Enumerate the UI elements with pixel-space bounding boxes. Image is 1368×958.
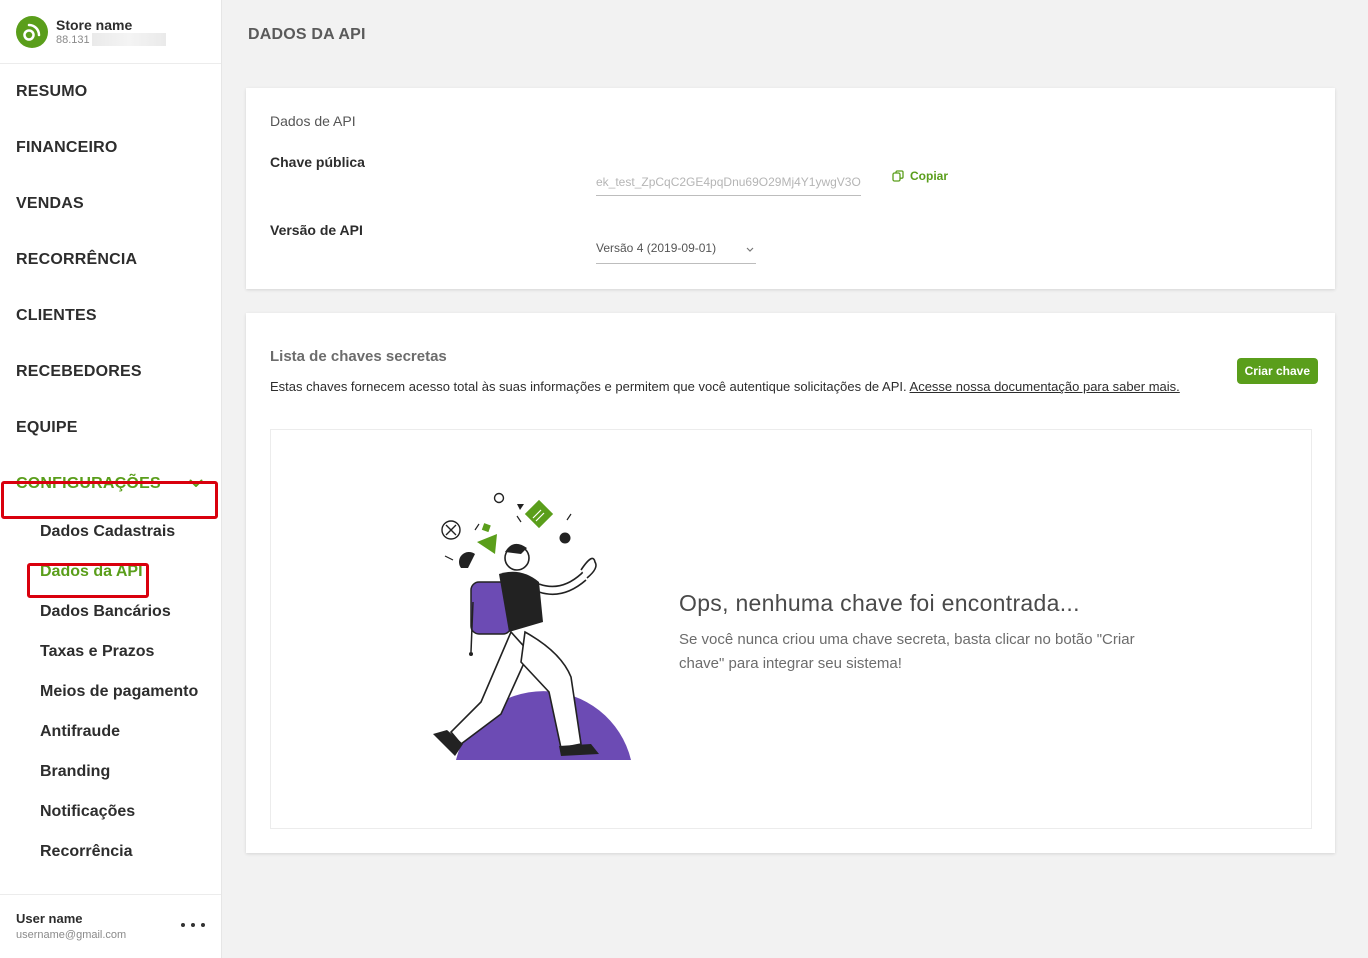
nav-item-recebedores[interactable]: RECEBEDORES bbox=[0, 344, 221, 400]
documentation-link[interactable]: Acesse nossa documentação para saber mai… bbox=[910, 379, 1180, 394]
public-key-label: Chave pública bbox=[270, 154, 365, 170]
sidebar: Store name 88.131 RESUMO FINANCEIRO VEND… bbox=[0, 0, 222, 958]
api-version-value: Versão 4 (2019-09-01) bbox=[596, 240, 717, 255]
sub-item-notificacoes[interactable]: Notificações bbox=[0, 792, 221, 832]
user-email: username@gmail.com bbox=[16, 929, 127, 941]
sub-item-meios-de-pagamento[interactable]: Meios de pagamento bbox=[0, 672, 221, 712]
chevron-down-icon bbox=[189, 475, 203, 493]
sub-item-dados-da-api[interactable]: Dados da API bbox=[0, 552, 221, 592]
nav-item-equipe[interactable]: EQUIPE bbox=[0, 400, 221, 456]
public-key-field[interactable] bbox=[596, 164, 861, 196]
user-name: User name bbox=[16, 911, 83, 926]
user-footer: User name username@gmail.com bbox=[0, 894, 221, 958]
main-content: DADOS DA API Dados de API Chave pública … bbox=[222, 0, 1368, 958]
copy-button-label: Copiar bbox=[910, 169, 949, 183]
secret-keys-card: Lista de chaves secretas Estas chaves fo… bbox=[246, 313, 1335, 853]
store-logo-icon bbox=[16, 15, 48, 48]
nav-item-recorrencia[interactable]: RECORRÊNCIA bbox=[0, 232, 221, 288]
empty-state: Ops, nenhuma chave foi encontrada... Se … bbox=[270, 429, 1312, 829]
secret-keys-description-text: Estas chaves fornecem acesso total às su… bbox=[270, 379, 907, 394]
sub-item-branding[interactable]: Branding bbox=[0, 752, 221, 792]
settings-submenu: Dados Cadastrais Dados da API Dados Banc… bbox=[0, 512, 221, 872]
sub-item-taxas-e-prazos[interactable]: Taxas e Prazos bbox=[0, 632, 221, 672]
nav-item-resumo[interactable]: RESUMO bbox=[0, 64, 221, 120]
nav-item-vendas[interactable]: VENDAS bbox=[0, 176, 221, 232]
more-options-icon[interactable] bbox=[181, 917, 205, 933]
nav-item-clientes[interactable]: CLIENTES bbox=[0, 288, 221, 344]
sub-item-dados-bancarios[interactable]: Dados Bancários bbox=[0, 592, 221, 632]
store-id: 88.131 bbox=[56, 33, 166, 47]
api-version-select[interactable]: Versão 4 (2019-09-01) bbox=[596, 232, 756, 264]
sub-item-dados-cadastrais[interactable]: Dados Cadastrais bbox=[0, 512, 221, 552]
store-id-text: 88.131 bbox=[56, 33, 90, 46]
secret-keys-description: Estas chaves fornecem acesso total às su… bbox=[270, 379, 1180, 394]
app-root: Store name 88.131 RESUMO FINANCEIRO VEND… bbox=[0, 0, 1368, 958]
empty-state-illustration bbox=[433, 492, 631, 760]
nav-item-financeiro[interactable]: FINANCEIRO bbox=[0, 120, 221, 176]
store-header[interactable]: Store name 88.131 bbox=[0, 0, 221, 64]
api-version-label: Versão de API bbox=[270, 222, 363, 238]
copy-icon bbox=[892, 170, 904, 182]
chevron-down-icon bbox=[746, 241, 754, 255]
api-data-card: Dados de API Chave pública Copiar Versão… bbox=[246, 88, 1335, 289]
page-title: DADOS DA API bbox=[248, 26, 366, 43]
copy-button[interactable]: Copiar bbox=[892, 166, 948, 186]
store-id-redacted bbox=[91, 33, 166, 46]
api-section-label: Dados de API bbox=[270, 113, 356, 129]
nav-item-configuracoes[interactable]: CONFIGURAÇÕES bbox=[0, 456, 221, 512]
main-nav: RESUMO FINANCEIRO VENDAS RECORRÊNCIA CLI… bbox=[0, 64, 221, 872]
nav-item-configuracoes-label: CONFIGURAÇÕES bbox=[16, 475, 161, 492]
sub-item-antifraude[interactable]: Antifraude bbox=[0, 712, 221, 752]
store-name: Store name bbox=[56, 16, 133, 33]
empty-state-text: Se você nunca criou uma chave secreta, b… bbox=[679, 631, 1135, 672]
empty-state-title: Ops, nenhuma chave foi encontrada... bbox=[679, 590, 1080, 616]
sub-item-recorrencia[interactable]: Recorrência bbox=[0, 832, 221, 872]
secret-keys-title: Lista de chaves secretas bbox=[270, 348, 447, 365]
create-key-button[interactable]: Criar chave bbox=[1236, 358, 1318, 384]
